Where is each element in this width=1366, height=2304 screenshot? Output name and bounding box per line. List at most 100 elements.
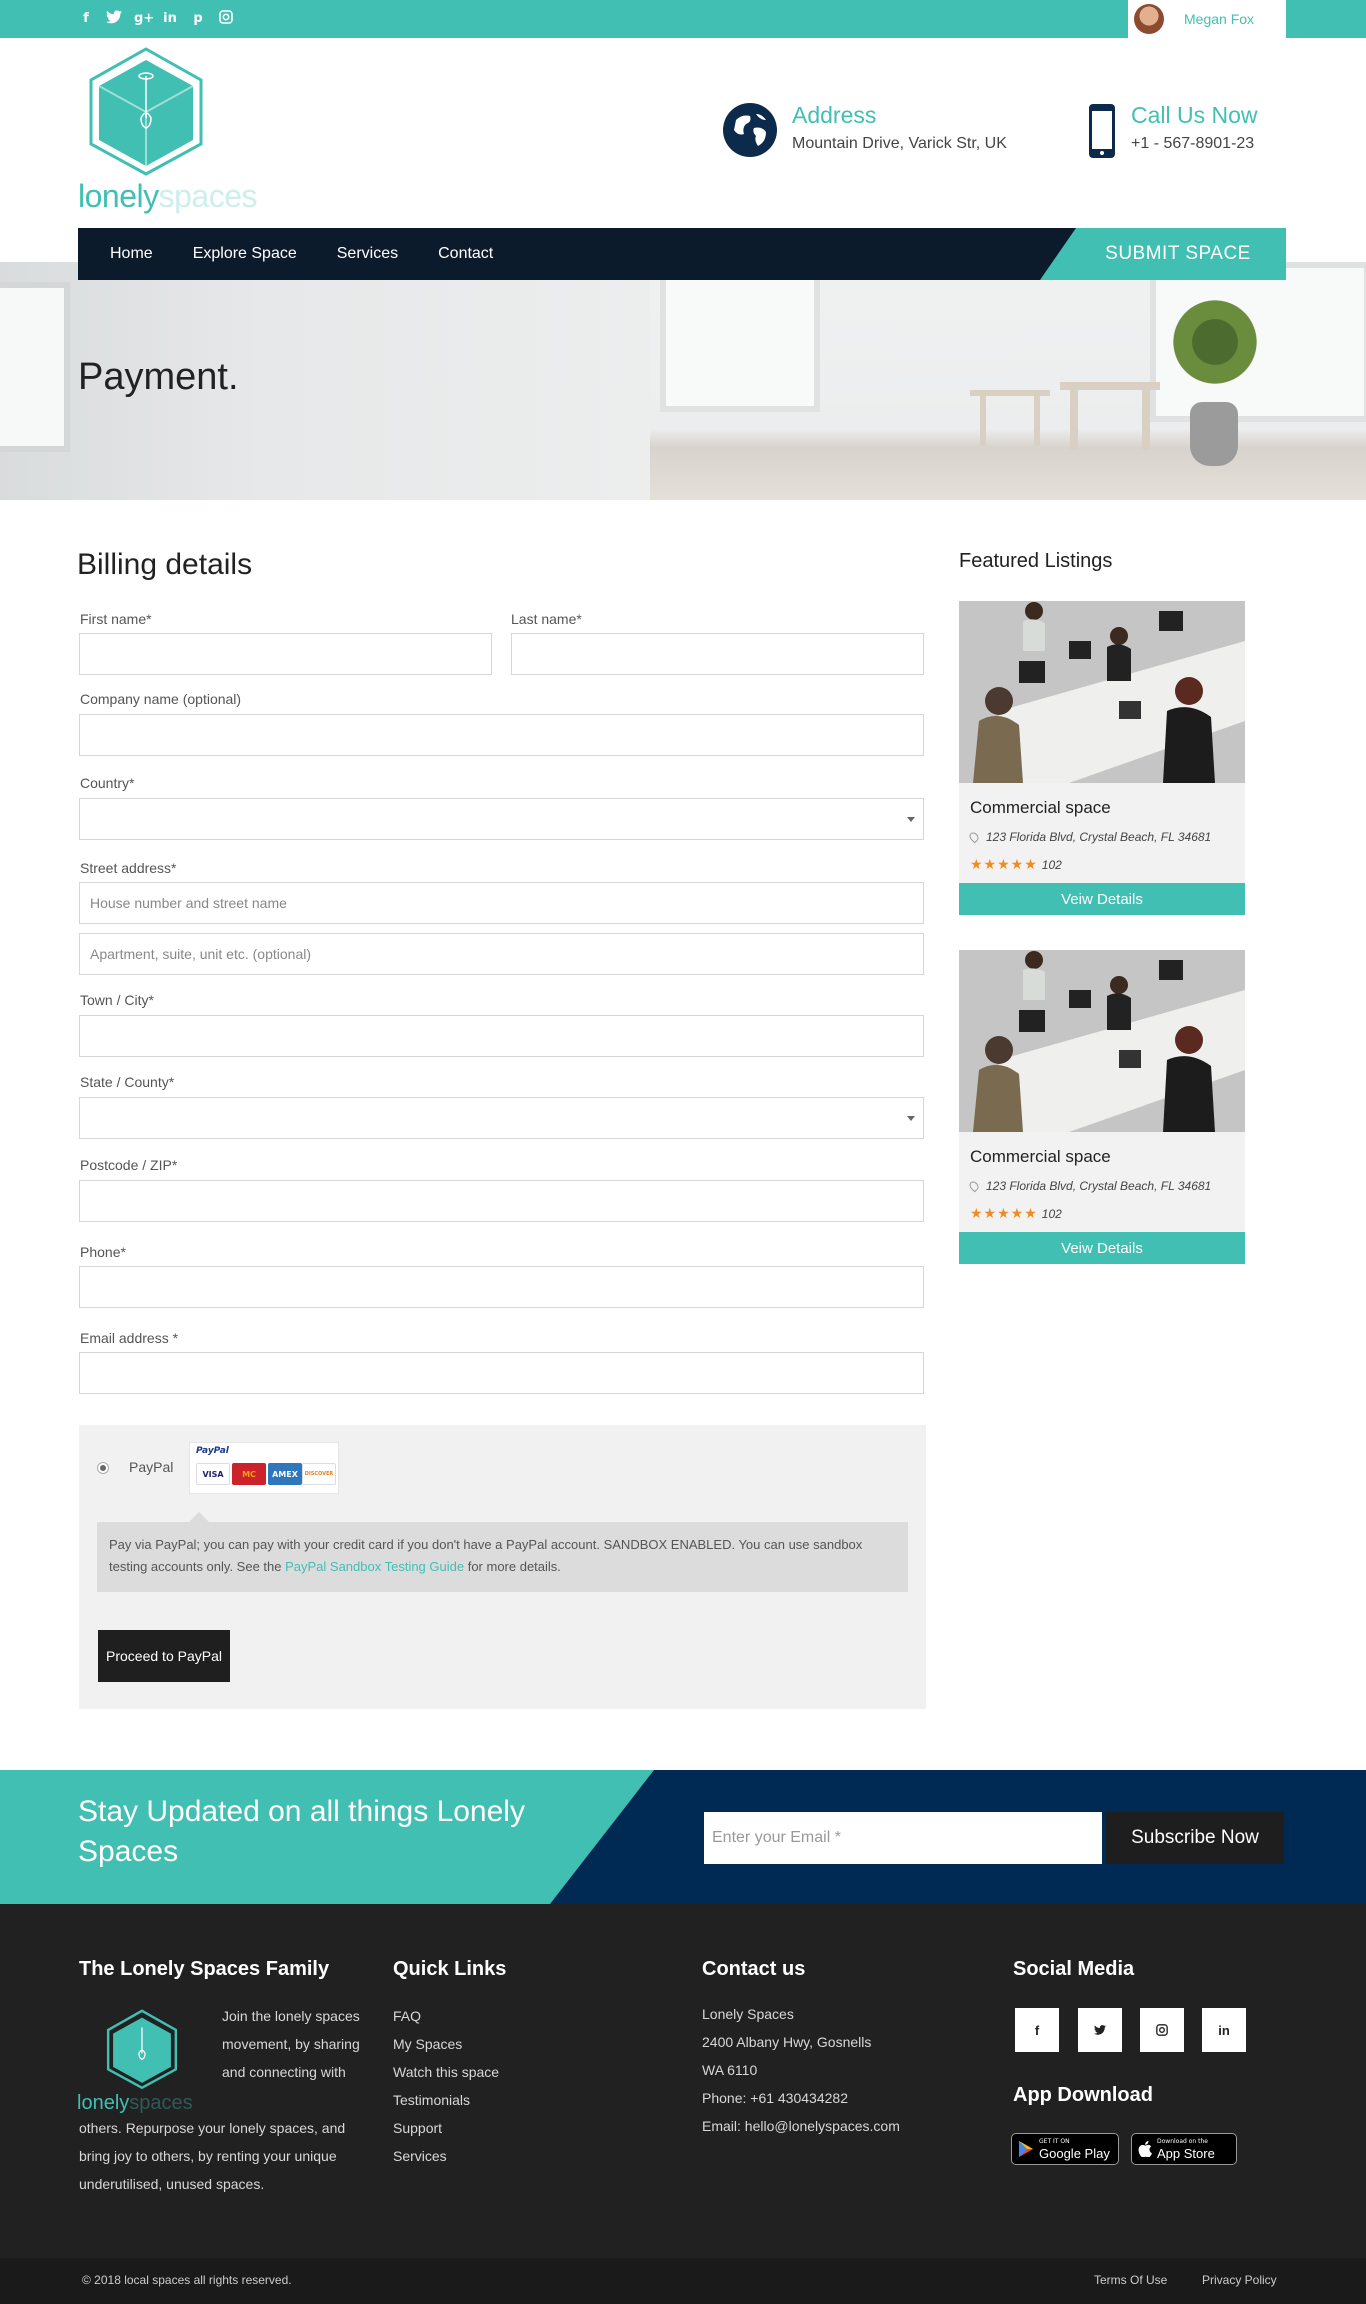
- street-label: Street address*: [80, 860, 177, 876]
- terms-link[interactable]: Terms Of Use: [1094, 2273, 1167, 2287]
- street-line2-field[interactable]: Apartment, suite, unit etc. (optional): [79, 933, 924, 975]
- email-field[interactable]: [79, 1352, 924, 1394]
- chevron-down-icon: [907, 1116, 915, 1121]
- footer-facebook-icon[interactable]: f: [1015, 2008, 1059, 2052]
- footer-link-my-spaces[interactable]: My Spaces: [393, 2030, 499, 2058]
- footer-link-faq[interactable]: FAQ: [393, 2002, 499, 2030]
- address-block: Address Mountain Drive, Varick Str, UK: [722, 102, 1007, 158]
- review-count: 102: [1041, 1206, 1062, 1221]
- visa-card-icon: VISA: [196, 1463, 230, 1485]
- contact-state: WA 6110: [702, 2062, 758, 2078]
- footer-link-support[interactable]: Support: [393, 2114, 499, 2142]
- first-name-field[interactable]: [79, 633, 492, 675]
- page-title: Payment.: [78, 356, 239, 398]
- company-label: Company name (optional): [80, 691, 242, 707]
- nav-services[interactable]: Services: [337, 245, 398, 263]
- subscribe-button[interactable]: Subscribe Now: [1106, 1812, 1284, 1864]
- phone-field[interactable]: [79, 1266, 924, 1308]
- state-label: State / County*: [80, 1074, 175, 1090]
- sandbox-guide-link[interactable]: PayPal Sandbox Testing Guide: [285, 1559, 464, 1574]
- footer-twitter-icon[interactable]: [1078, 2008, 1122, 2052]
- map-pin-icon: [967, 830, 981, 844]
- phone-icon: [1089, 104, 1115, 158]
- user-menu[interactable]: Megan Fox: [1128, 0, 1286, 38]
- view-details-button[interactable]: Veiw Details: [959, 1232, 1245, 1264]
- twitter-icon[interactable]: [106, 10, 122, 28]
- newsletter-email-input[interactable]: Enter your Email *: [704, 1812, 1102, 1864]
- call-value[interactable]: +1 - 567-8901-23: [1131, 135, 1258, 153]
- country-label: Country*: [80, 775, 135, 791]
- listing-address: 123 Florida Blvd, Crystal Beach, FL 3468…: [967, 1179, 1211, 1193]
- address-value: Mountain Drive, Varick Str, UK: [792, 135, 1007, 152]
- newsletter-section: Stay Updated on all things Lonely Spaces…: [0, 1770, 1366, 1904]
- featured-title: Featured Listings: [959, 550, 1113, 572]
- star-rating-icon: ★★★★★: [970, 856, 1038, 872]
- first-name-label: First name*: [80, 611, 152, 627]
- top-social-links: f g+ in p: [78, 10, 234, 28]
- user-name: Megan Fox: [1184, 11, 1255, 27]
- listing-rating: ★★★★★ 102: [970, 856, 1062, 873]
- state-select[interactable]: [79, 1097, 924, 1139]
- city-label: Town / City*: [80, 992, 154, 1008]
- address-title: Address: [792, 102, 877, 128]
- contact-company: Lonely Spaces: [702, 2006, 794, 2022]
- footer-social-title: Social Media: [1013, 1958, 1135, 1980]
- privacy-link[interactable]: Privacy Policy: [1202, 2273, 1277, 2287]
- paypal-acceptance-logo: PayPal VISA MC AMEX DISCOVER: [189, 1442, 339, 1494]
- site-logo[interactable]: lonelyspaces: [78, 46, 288, 216]
- google-play-button[interactable]: GET IT ON Google Play: [1011, 2133, 1119, 2165]
- payment-description: Pay via PayPal; you can pay with your cr…: [97, 1512, 908, 1592]
- footer-family-text: Join the lonely spaces movement, by shar…: [222, 2008, 360, 2080]
- submit-space-button[interactable]: SUBMIT SPACE: [1040, 228, 1286, 280]
- newsletter-title: Stay Updated on all things Lonely Spaces: [78, 1795, 525, 1868]
- street-line1-field[interactable]: House number and street name: [79, 882, 924, 924]
- top-bar: f g+ in p Megan Fox: [0, 0, 1366, 38]
- google-plus-icon[interactable]: g+: [134, 10, 154, 28]
- listing-body: Commercial space 123 Florida Blvd, Cryst…: [959, 783, 1245, 883]
- quick-links-list: FAQ My Spaces Watch this space Testimoni…: [393, 2002, 499, 2170]
- app-download-title: App Download: [1013, 2084, 1153, 2106]
- listing-title[interactable]: Commercial space: [970, 798, 1111, 818]
- nav-contact[interactable]: Contact: [438, 245, 493, 263]
- contact-email[interactable]: Email: hello@lonelyspaces.com: [702, 2112, 900, 2140]
- country-select[interactable]: [79, 798, 924, 840]
- paypal-radio[interactable]: [97, 1462, 109, 1474]
- nav-home[interactable]: Home: [110, 245, 153, 263]
- footer-link-testimonials[interactable]: Testimonials: [393, 2086, 499, 2114]
- footer-link-watch-this-space[interactable]: Watch this space: [393, 2058, 499, 2086]
- amex-card-icon: AMEX: [268, 1463, 302, 1485]
- chevron-down-icon: [907, 817, 915, 822]
- google-play-icon: [1019, 2141, 1033, 2157]
- proceed-to-paypal-button[interactable]: Proceed to PayPal: [98, 1630, 230, 1682]
- facebook-icon[interactable]: f: [78, 10, 94, 28]
- postcode-field[interactable]: [79, 1180, 924, 1222]
- listing-title[interactable]: Commercial space: [970, 1147, 1111, 1167]
- company-field[interactable]: [79, 714, 924, 756]
- contact-details: Lonely Spaces 2400 Albany Hwy, Gosnells …: [702, 2000, 900, 2140]
- listing-image[interactable]: [959, 601, 1245, 783]
- view-details-button[interactable]: Veiw Details: [959, 883, 1245, 915]
- listing-address: 123 Florida Blvd, Crystal Beach, FL 3468…: [967, 830, 1211, 844]
- listing-body: Commercial space 123 Florida Blvd, Cryst…: [959, 1132, 1245, 1232]
- map-pin-icon: [967, 1179, 981, 1193]
- app-store-button[interactable]: Download on the App Store: [1131, 2133, 1237, 2165]
- instagram-icon[interactable]: [218, 10, 234, 28]
- pinterest-icon[interactable]: p: [190, 10, 206, 28]
- linkedin-icon[interactable]: in: [162, 10, 178, 28]
- last-name-field[interactable]: [511, 633, 924, 675]
- footer-bottom-bar: © 2018 local spaces all rights reserved.…: [0, 2258, 1366, 2304]
- listing-image[interactable]: [959, 950, 1245, 1132]
- city-field[interactable]: [79, 1015, 924, 1057]
- hero-room-right: [650, 262, 1366, 500]
- globe-icon: [723, 103, 777, 157]
- paypal-label[interactable]: PayPal: [129, 1459, 173, 1475]
- footer-linkedin-icon[interactable]: in: [1202, 2008, 1246, 2052]
- footer-link-services[interactable]: Services: [393, 2142, 499, 2170]
- footer-family-text-continued: others. Repurpose your lonely spaces, an…: [79, 2120, 346, 2192]
- listing-rating: ★★★★★ 102: [970, 1205, 1062, 1222]
- payment-box: PayPal PayPal VISA MC AMEX DISCOVER Pay …: [79, 1425, 926, 1709]
- contact-phone[interactable]: Phone: +61 430434282: [702, 2084, 900, 2112]
- billing-title: Billing details: [77, 548, 253, 581]
- nav-explore-space[interactable]: Explore Space: [193, 245, 297, 263]
- footer-instagram-icon[interactable]: [1140, 2008, 1184, 2052]
